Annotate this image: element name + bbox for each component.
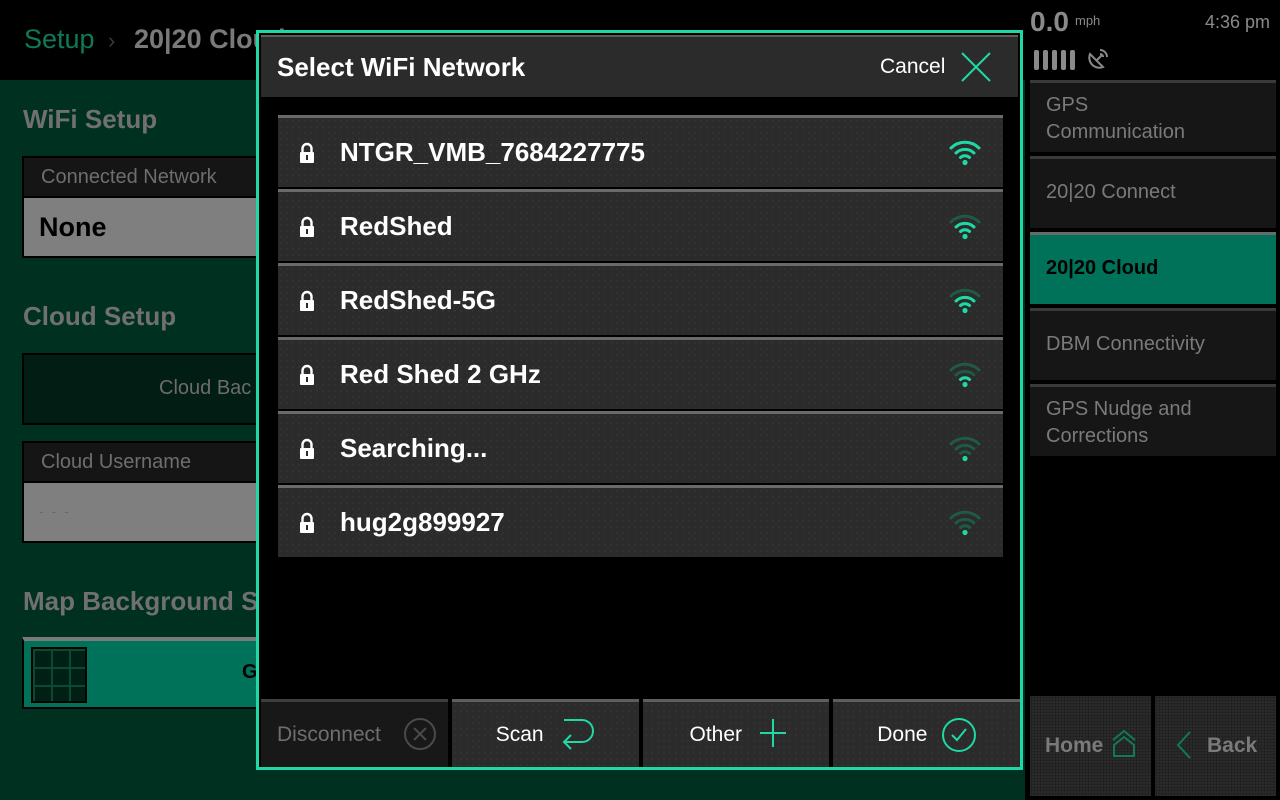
lock-icon (300, 290, 314, 311)
wifi-setup-title: WiFi Setup (23, 104, 158, 134)
network-row[interactable]: Red Shed 2 GHz (278, 337, 1003, 411)
clock: 4:36 pm (1204, 12, 1270, 32)
sidebar-item-label: DBM Connectivity (1046, 333, 1205, 355)
network-row[interactable]: hug2g899927 (278, 485, 1003, 559)
sidebar-item-label: Communication (1046, 121, 1185, 143)
network-row[interactable]: RedShed-5G (278, 263, 1003, 337)
sidebar-item-label: 20|20 Connect (1046, 181, 1176, 203)
cancel-label: Cancel (880, 55, 946, 78)
network-ssid: RedShed (340, 211, 453, 241)
sidebar-item-gps-nudge[interactable]: GPS Nudge and Corrections (1030, 384, 1276, 456)
network-ssid: Searching... (340, 433, 488, 463)
breadcrumb-setup[interactable]: Setup (24, 24, 95, 55)
wifi-signal-icon (949, 140, 981, 166)
lock-icon (300, 216, 314, 237)
speed-value: 0.0 (1030, 6, 1069, 37)
wifi-signal-icon (949, 362, 981, 388)
lock-icon (300, 142, 314, 163)
network-ssid: hug2g899927 (340, 507, 505, 537)
other-label: Other (689, 723, 743, 746)
disconnect-button[interactable]: Disconnect (261, 699, 448, 767)
network-ssid: Red Shed 2 GHz (340, 359, 541, 389)
back-button[interactable]: Back (1155, 696, 1276, 796)
sidebar-item-2020-cloud[interactable]: 20|20 Cloud (1030, 232, 1276, 304)
status-area: 0.0 mph 4:36 pm (1025, 0, 1280, 80)
lock-icon (300, 438, 314, 459)
back-label: Back (1207, 734, 1258, 757)
home-label: Home (1045, 734, 1104, 757)
sidebar-item-gps-communication[interactable]: GPS Communication (1030, 80, 1276, 152)
cancel-button[interactable]: Cancel (868, 37, 1018, 99)
check-circle-icon (942, 718, 977, 752)
network-list: NTGR_VMB_7684227775 RedShed RedShed-5G Red … (278, 115, 1003, 559)
network-ssid: RedShed-5G (340, 285, 497, 315)
disconnect-label: Disconnect (277, 723, 381, 746)
speed-unit: mph (1075, 13, 1101, 28)
done-label: Done (877, 723, 928, 746)
dialog-header: Select WiFi Network Cancel (261, 35, 1018, 97)
satellite-dish-icon (1088, 49, 1108, 69)
close-circle-icon (404, 718, 436, 750)
other-button[interactable]: Other (642, 699, 830, 767)
chevron-left-icon (1176, 731, 1191, 759)
network-row[interactable]: NTGR_VMB_7684227775 (278, 115, 1003, 189)
done-button[interactable]: Done (833, 699, 1020, 767)
sidebar-item-label: Corrections (1046, 425, 1149, 447)
sidebar-item-label: 20|20 Cloud (1046, 257, 1159, 279)
wifi-select-dialog: Select WiFi Network Cancel NTGR_VMB_7684… (256, 30, 1023, 770)
wifi-signal-icon (949, 288, 981, 314)
wifi-signal-icon (949, 214, 981, 240)
network-ssid: NTGR_VMB_7684227775 (340, 137, 645, 167)
plus-icon (759, 719, 786, 747)
grid-map-thumbnail (31, 647, 87, 703)
network-row[interactable]: Searching... (278, 411, 1003, 485)
scan-button[interactable]: Scan (451, 699, 639, 767)
sidebar-item-label: GPS Nudge and (1046, 398, 1192, 420)
breadcrumb-separator-icon: › (108, 28, 116, 53)
lock-icon (300, 364, 314, 385)
sidebar-item-2020-connect[interactable]: 20|20 Connect (1030, 156, 1276, 228)
dialog-title: Select WiFi Network (277, 52, 526, 82)
sidebar-item-dbm-connectivity[interactable]: DBM Connectivity (1030, 308, 1276, 380)
wifi-signal-icon (949, 436, 981, 462)
close-icon (961, 52, 991, 82)
lock-icon (300, 512, 314, 533)
map-background-title: Map Background S (23, 586, 259, 616)
network-row[interactable]: RedShed (278, 189, 1003, 263)
signal-bars-icon (1034, 50, 1075, 70)
home-icon (1112, 729, 1136, 757)
wifi-signal-icon (949, 510, 981, 536)
home-button[interactable]: Home (1030, 696, 1151, 796)
scan-label: Scan (495, 723, 544, 746)
refresh-icon (562, 719, 594, 750)
cloud-setup-title: Cloud Setup (23, 301, 177, 331)
dialog-footer: Disconnect Scan Other Done (261, 699, 1020, 769)
sidebar-item-label: GPS (1046, 94, 1089, 116)
